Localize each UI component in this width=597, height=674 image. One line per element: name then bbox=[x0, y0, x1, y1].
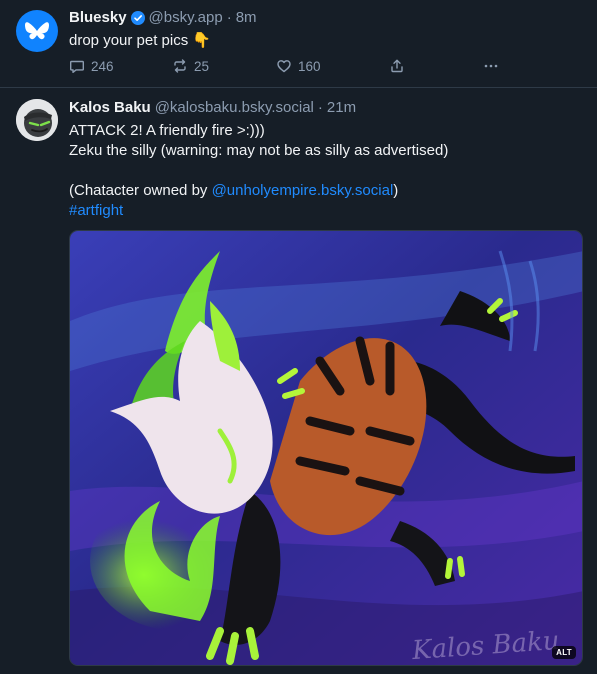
post-text: drop your pet pics 👇 bbox=[69, 31, 583, 51]
share-icon bbox=[391, 59, 403, 73]
post-text: ATTACK 2! A friendly fire >:))) Zeku the… bbox=[69, 121, 583, 221]
character-avatar-icon bbox=[16, 99, 58, 141]
display-name[interactable]: Kalos Baku bbox=[69, 98, 151, 118]
more-dots-icon bbox=[484, 64, 498, 68]
reply-button[interactable]: 246 bbox=[69, 58, 114, 74]
feed: Bluesky @bsky.app · 8m drop your pet pic… bbox=[0, 0, 597, 674]
avatar[interactable] bbox=[16, 99, 58, 141]
post-text-line: drop your pet pics 👇 bbox=[69, 32, 212, 49]
like-count: 160 bbox=[298, 58, 321, 74]
like-button[interactable]: 160 bbox=[276, 58, 321, 74]
verified-check-icon bbox=[130, 11, 145, 25]
post-header: Kalos Baku @kalosbaku.bsky.social · 21m bbox=[69, 98, 583, 118]
feed-post[interactable]: Kalos Baku @kalosbaku.bsky.social · 21m … bbox=[0, 89, 597, 674]
credit-prefix: (Chatacter owned by bbox=[69, 182, 212, 199]
handle[interactable]: @kalosbaku.bsky.social bbox=[155, 98, 314, 118]
repost-button[interactable]: 25 bbox=[172, 58, 209, 74]
repost-count: 25 bbox=[194, 58, 210, 74]
post-text-line: ATTACK 2! A friendly fire >:))) bbox=[69, 122, 265, 139]
credit-line: (Chatacter owned by @unholyempire.bsky.s… bbox=[69, 181, 583, 201]
reply-count: 246 bbox=[91, 58, 114, 74]
share-button[interactable] bbox=[389, 58, 411, 74]
timestamp[interactable]: 21m bbox=[327, 98, 356, 118]
butterfly-icon bbox=[25, 22, 49, 40]
separator-dot: · bbox=[226, 9, 232, 26]
credit-suffix: ) bbox=[393, 182, 399, 199]
heart-icon bbox=[277, 60, 291, 73]
mention-link[interactable]: @unholyempire.bsky.social bbox=[212, 182, 394, 199]
reply-icon bbox=[70, 60, 84, 73]
separator-dot: · bbox=[317, 99, 323, 116]
post-content: Kalos Baku @kalosbaku.bsky.social · 21m … bbox=[69, 98, 583, 221]
timestamp[interactable]: 8m bbox=[236, 8, 257, 28]
hashtag-link[interactable]: #artfight bbox=[69, 201, 583, 221]
post-image[interactable]: Kalos Baku ALT bbox=[69, 230, 583, 666]
artwork-image bbox=[70, 231, 582, 665]
post-text-line: Zeku the silly (warning: may not be as s… bbox=[69, 142, 449, 159]
feed-post[interactable]: Bluesky @bsky.app · 8m drop your pet pic… bbox=[0, 0, 597, 88]
more-options-button[interactable] bbox=[483, 58, 505, 74]
handle[interactable]: @bsky.app bbox=[149, 8, 223, 28]
avatar[interactable] bbox=[16, 10, 58, 52]
repost-icon bbox=[174, 59, 186, 73]
alt-badge[interactable]: ALT bbox=[552, 646, 576, 659]
post-actions: 246 25 160 bbox=[69, 58, 509, 78]
display-name[interactable]: Bluesky bbox=[69, 8, 127, 28]
post-header: Bluesky @bsky.app · 8m bbox=[69, 8, 583, 28]
post-content: Bluesky @bsky.app · 8m drop your pet pic… bbox=[69, 8, 583, 51]
